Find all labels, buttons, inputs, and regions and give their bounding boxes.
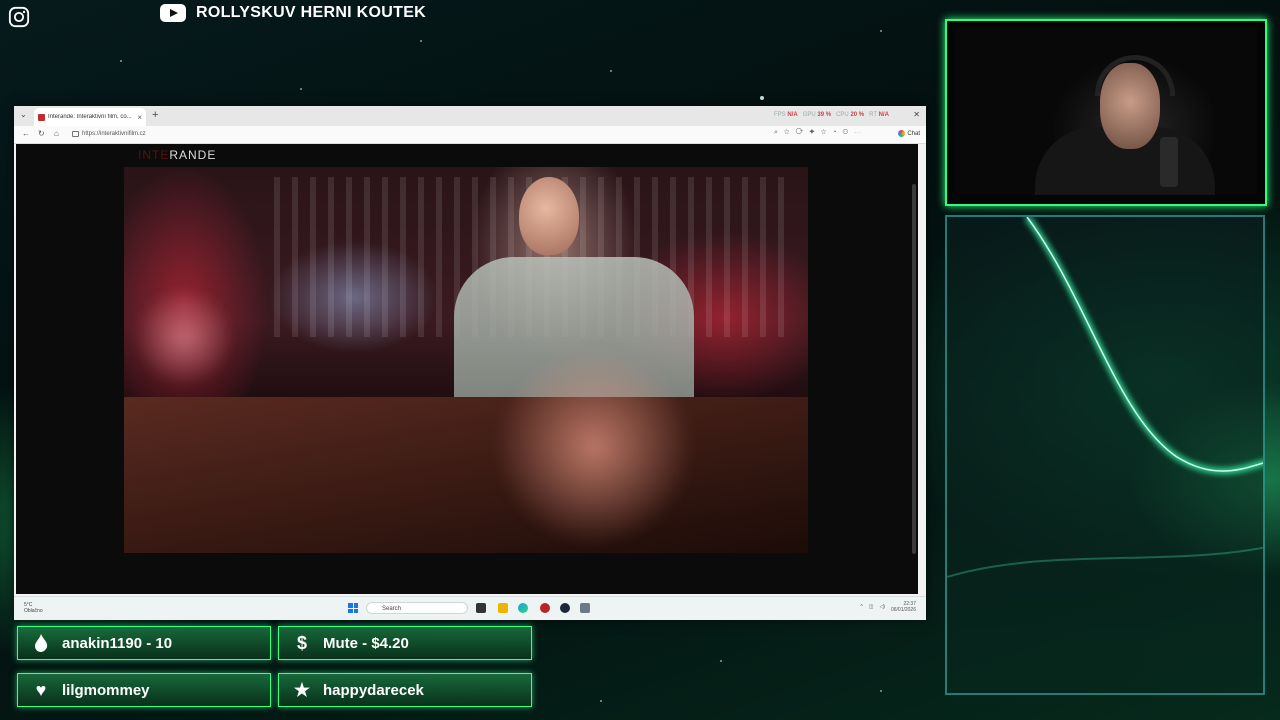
- back-icon[interactable]: ←: [22, 129, 30, 138]
- window-close-icon[interactable]: ✕: [913, 110, 920, 119]
- tab-bar: ⌄ Interande: Interaktivní film, co... × …: [14, 106, 926, 126]
- alert-happydarecek: ★ happydarecek: [278, 673, 532, 707]
- task-view-icon[interactable]: [476, 603, 486, 613]
- new-tab-icon[interactable]: +: [152, 109, 158, 121]
- tray-chevron-icon: ^: [860, 604, 863, 610]
- copilot-icon: [898, 130, 906, 137]
- flame-icon: [32, 634, 50, 652]
- site-logo[interactable]: INTERANDE: [138, 148, 216, 162]
- page-scrollbar[interactable]: [912, 184, 916, 554]
- youtube-channel-name: ROLLYSKUV HERNI KOUTEK: [196, 4, 427, 21]
- file-explorer-icon[interactable]: [498, 603, 508, 613]
- site-favicon-icon: [38, 113, 45, 121]
- star-icon: ★: [293, 679, 311, 700]
- clock[interactable]: 22:37 06/01/2026: [891, 601, 916, 613]
- instagram-icon: [8, 6, 30, 28]
- steam-icon[interactable]: [560, 603, 570, 613]
- browser-toolbar-icons[interactable]: ⌕☆⟳✦☆◔⚇⋯: [774, 129, 867, 137]
- alert-anakin: anakin1190 - 10: [17, 626, 271, 660]
- network-icon: ◫: [868, 604, 874, 610]
- youtube-icon: [160, 4, 186, 22]
- chat-button[interactable]: Chat: [898, 130, 920, 137]
- chat-panel-frame: [945, 215, 1265, 695]
- alert-lilgmommey: ♥ lilgmommey: [17, 673, 271, 707]
- edge-icon[interactable]: [518, 603, 528, 613]
- alert-text: happydarecek: [323, 681, 424, 699]
- windows-taskbar: 5°C Oblačno Search ^ ◫ ◁) 22:37 06/01/20…: [14, 596, 926, 620]
- tab-list-icon[interactable]: ⌄: [20, 110, 27, 119]
- alert-text: lilgmommey: [62, 681, 150, 699]
- url-field[interactable]: https://interaktivnifilm.cz: [70, 128, 770, 140]
- weather-widget[interactable]: 5°C Oblačno: [24, 602, 43, 614]
- browser-window: ⌄ Interande: Interaktivní film, co... × …: [14, 106, 926, 620]
- youtube-channel: ROLLYSKUV HERNI KOUTEK: [160, 4, 426, 22]
- refresh-icon[interactable]: ↻: [38, 129, 45, 138]
- volume-icon: ◁): [879, 604, 885, 610]
- settings-icon[interactable]: [580, 603, 590, 613]
- obs-icon[interactable]: [540, 603, 550, 613]
- alert-text: anakin1190 - 10: [62, 634, 173, 652]
- webcam-frame: [945, 19, 1267, 206]
- performance-overlay: FPS N/A GPU 39 % CPU 20 % RT N/A: [774, 112, 889, 118]
- browser-tab[interactable]: Interande: Interaktivní film, co... ×: [34, 108, 146, 126]
- tab-title: Interande: Interaktivní film, co...: [48, 114, 132, 120]
- dollar-icon: $: [296, 632, 307, 653]
- alert-mute: $ Mute - $4.20: [278, 626, 532, 660]
- alert-text: Mute - $4.20: [323, 634, 409, 652]
- web-page-content: INTERANDE: [16, 144, 918, 594]
- start-icon[interactable]: [348, 603, 358, 613]
- taskbar-search[interactable]: Search: [366, 602, 468, 614]
- close-tab-icon[interactable]: ×: [137, 113, 142, 122]
- home-icon[interactable]: ⌂: [54, 129, 59, 138]
- heart-icon: ♥: [35, 679, 47, 700]
- address-bar-row: ← ↻ ⌂ https://interaktivnifilm.cz ⌕☆⟳✦☆◔…: [14, 126, 926, 144]
- webcam-feed: [955, 27, 1257, 195]
- video-player[interactable]: [124, 167, 808, 553]
- system-tray[interactable]: ^ ◫ ◁) 22:37 06/01/2026: [860, 601, 916, 613]
